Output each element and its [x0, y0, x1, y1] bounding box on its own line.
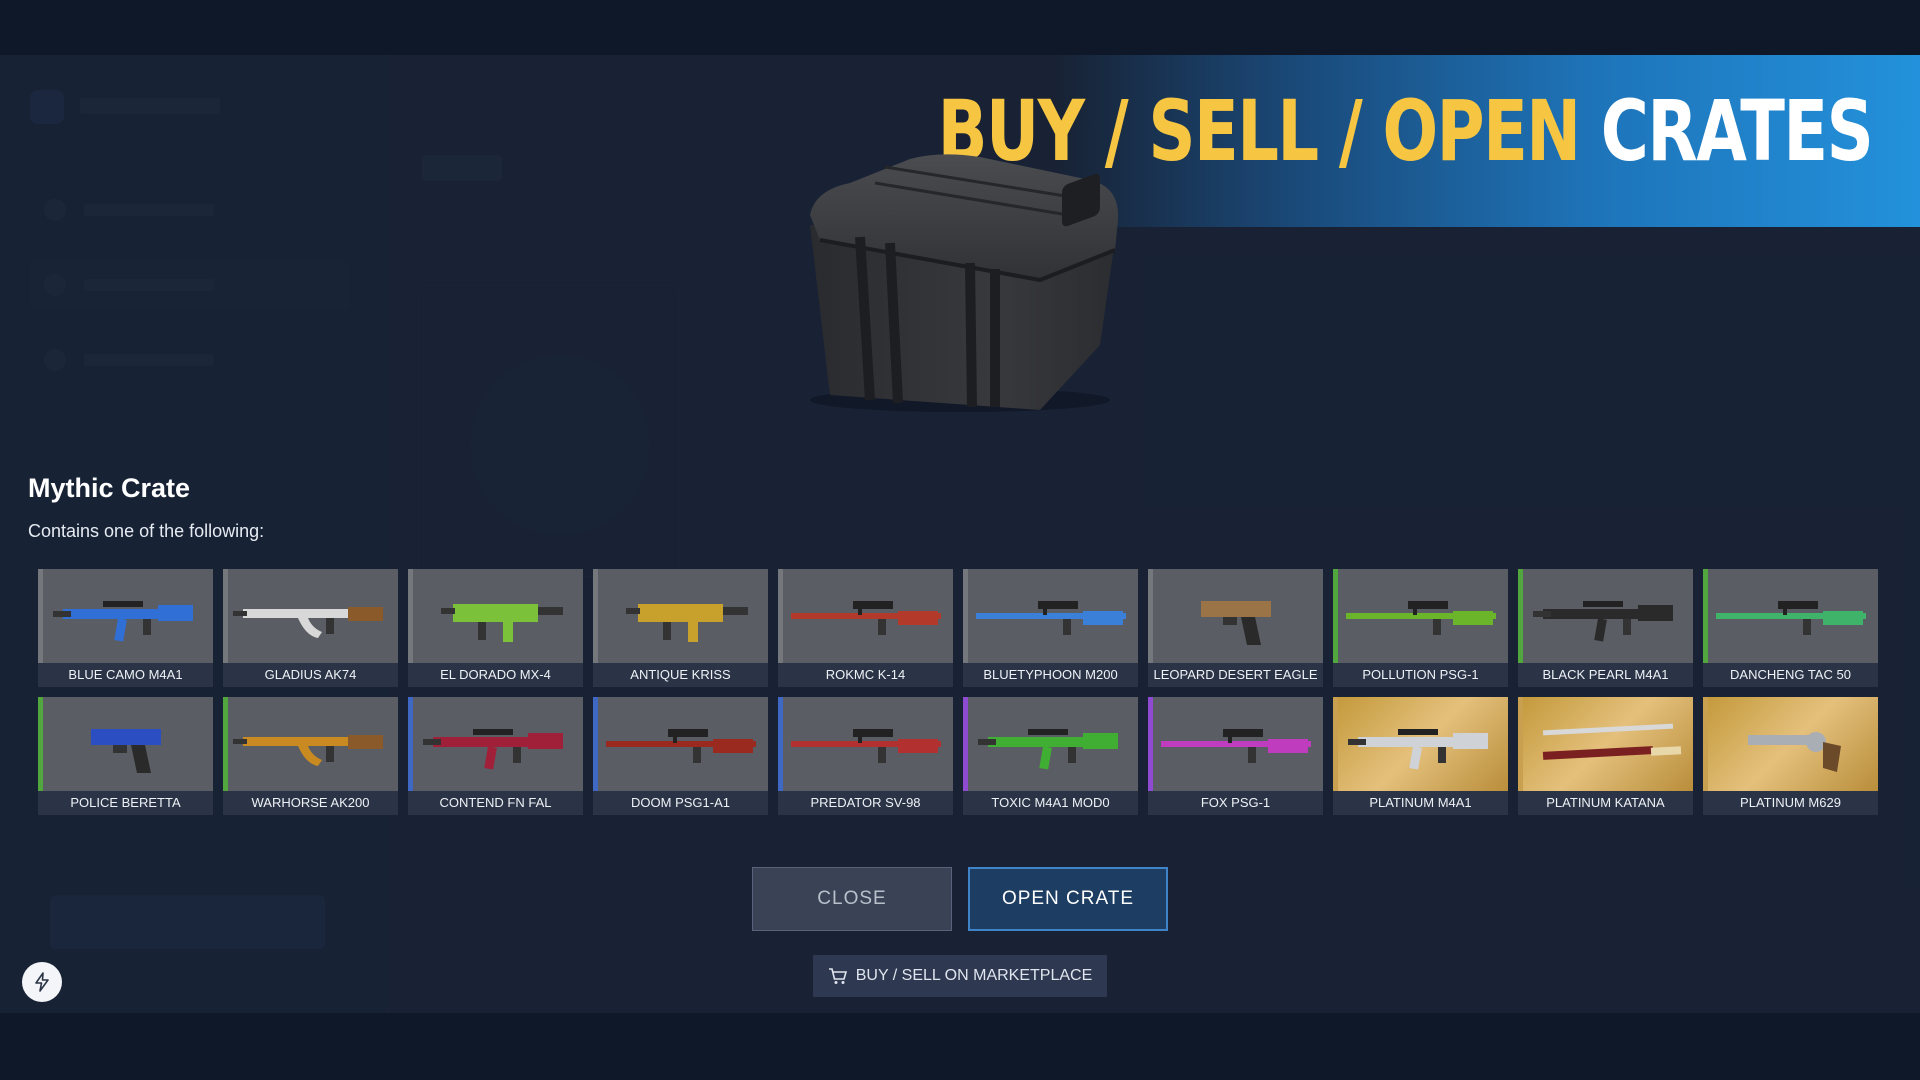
- crate-item-tile[interactable]: PLATINUM KATANA: [1518, 697, 1693, 815]
- crate-item-tile[interactable]: ROKMC K-14: [778, 569, 953, 687]
- weapon-image: [1533, 601, 1673, 642]
- crate-item-tile[interactable]: BLACK PEARL M4A1: [1518, 569, 1693, 687]
- crate-item-tile[interactable]: GLADIUS AK74: [223, 569, 398, 687]
- crate-item-name: BLACK PEARL M4A1: [1518, 663, 1693, 687]
- crate-item-name: PLATINUM M629: [1703, 791, 1878, 815]
- lightning-icon: [35, 972, 49, 992]
- weapon-image: [53, 601, 193, 642]
- app-frame: BUY / SELL / OPEN CRATES Mythic Crate Co…: [0, 55, 1920, 1013]
- crate-item-name: BLUE CAMO M4A1: [38, 663, 213, 687]
- crate-item-tile[interactable]: DANCHENG TAC 50: [1703, 569, 1878, 687]
- weapon-image: [233, 607, 383, 638]
- crate-item-name: GLADIUS AK74: [223, 663, 398, 687]
- crate-item-name: BLUETYPHOON M200: [963, 663, 1138, 687]
- close-button[interactable]: CLOSE: [752, 867, 952, 931]
- crate-item-tile[interactable]: ANTIQUE KRISS: [593, 569, 768, 687]
- crate-item-tile[interactable]: PLATINUM M629: [1703, 697, 1878, 815]
- banner-headline-white: CRATES: [1600, 82, 1874, 180]
- weapon-image: [1346, 601, 1496, 635]
- crate-item-name: PREDATOR SV-98: [778, 791, 953, 815]
- crate-item-name: POLLUTION PSG-1: [1333, 663, 1508, 687]
- weapon-image: [978, 729, 1118, 770]
- crate-item-name: PLATINUM M4A1: [1333, 791, 1508, 815]
- weapon-image: [976, 601, 1126, 635]
- crate-contents-grid: BLUE CAMO M4A1 GLADIUS AK74 EL DORADO MX-4…: [38, 569, 1883, 815]
- crate-item-tile[interactable]: POLICE BERETTA: [38, 697, 213, 815]
- weapon-image: [1201, 601, 1271, 645]
- crate-item-tile[interactable]: POLLUTION PSG-1: [1333, 569, 1508, 687]
- weapon-image: [606, 729, 756, 763]
- weapon-image: [1716, 601, 1866, 635]
- crate-item-name: WARHORSE AK200: [223, 791, 398, 815]
- crate-item-name: FOX PSG-1: [1148, 791, 1323, 815]
- weapon-image: [1348, 729, 1488, 770]
- weapon-image: [233, 735, 383, 766]
- crate-item-name: CONTEND FN FAL: [408, 791, 583, 815]
- weapon-image: [1748, 732, 1841, 772]
- weapon-image: [91, 729, 161, 773]
- crate-item-name: POLICE BERETTA: [38, 791, 213, 815]
- weapon-image: [423, 729, 563, 770]
- crate-item-tile[interactable]: PLATINUM M4A1: [1333, 697, 1508, 815]
- marketplace-button[interactable]: BUY / SELL ON MARKETPLACE: [813, 955, 1107, 997]
- crate-item-tile[interactable]: FOX PSG-1: [1148, 697, 1323, 815]
- weapon-image: [1161, 729, 1311, 763]
- lightning-help-button[interactable]: [22, 962, 62, 1002]
- crate-subtitle: Contains one of the following:: [28, 521, 265, 541]
- crate-item-tile[interactable]: TOXIC M4A1 MOD0: [963, 697, 1138, 815]
- crate-item-tile[interactable]: BLUETYPHOON M200: [963, 569, 1138, 687]
- weapon-image: [791, 601, 941, 635]
- weapon-image: [626, 604, 748, 642]
- marketplace-label: BUY / SELL ON MARKETPLACE: [855, 967, 1093, 984]
- cart-icon: [828, 968, 847, 984]
- crate-item-tile[interactable]: CONTEND FN FAL: [408, 697, 583, 815]
- crate-item-name: EL DORADO MX-4: [408, 663, 583, 687]
- crate-item-tile[interactable]: PREDATOR SV-98: [778, 697, 953, 815]
- crate-item-tile[interactable]: WARHORSE AK200: [223, 697, 398, 815]
- weapon-image: [791, 729, 941, 763]
- crate-item-name: PLATINUM KATANA: [1518, 791, 1693, 815]
- crate-item-tile[interactable]: EL DORADO MX-4: [408, 569, 583, 687]
- crate-item-name: DANCHENG TAC 50: [1703, 663, 1878, 687]
- crate-item-name: LEOPARD DESERT EAGLE: [1148, 663, 1323, 687]
- crate-image: [810, 154, 1119, 412]
- crate-item-name: TOXIC M4A1 MOD0: [963, 791, 1138, 815]
- crate-item-tile[interactable]: LEOPARD DESERT EAGLE: [1148, 569, 1323, 687]
- crate-item-tile[interactable]: DOOM PSG1-A1: [593, 697, 768, 815]
- promo-banner: BUY / SELL / OPEN CRATES: [937, 55, 1920, 227]
- crate-title: Mythic Crate: [28, 473, 191, 503]
- open-crate-button[interactable]: OPEN CRATE: [968, 867, 1168, 931]
- crate-item-name: DOOM PSG1-A1: [593, 791, 768, 815]
- crate-item-name: ROKMC K-14: [778, 663, 953, 687]
- weapon-image: [1542, 723, 1682, 760]
- crate-item-name: ANTIQUE KRISS: [593, 663, 768, 687]
- crate-item-tile[interactable]: BLUE CAMO M4A1: [38, 569, 213, 687]
- weapon-image: [441, 604, 563, 642]
